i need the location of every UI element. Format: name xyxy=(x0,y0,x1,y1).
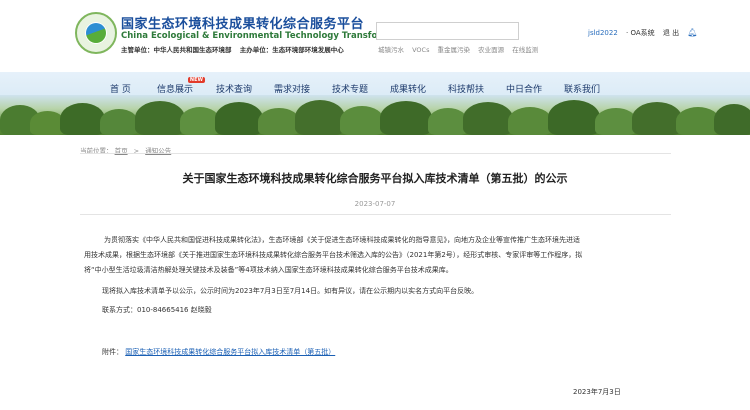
nav-item-home[interactable]: 首 页 xyxy=(110,82,131,95)
nav-item-contact[interactable]: 联系我们 xyxy=(564,82,600,95)
search-box[interactable] xyxy=(376,22,519,44)
attachment-label: 附件： xyxy=(102,348,123,356)
paragraph-line: 用技术成果，根据生态环境部《关于推进国家生态环境科技成果转化综合服务平台技术筛选… xyxy=(84,251,583,259)
user-links: jsld2022 · OA系统 退 出 🔔︎ xyxy=(588,28,698,38)
platform-logo[interactable] xyxy=(75,12,117,54)
nav-item-info-display[interactable]: 信息展示 NEW xyxy=(157,77,206,95)
organizer-label: 主办单位： xyxy=(239,46,273,54)
attachment-link[interactable]: 国家生态环境科技成果转化综合服务平台拟入库技术清单（第五批） xyxy=(125,348,335,356)
hot-word-link[interactable]: 城镇污水 xyxy=(378,46,404,54)
sign-date: 2023年7月3日 xyxy=(573,388,621,396)
nav-item-sino-japan[interactable]: 中日合作 xyxy=(506,82,542,95)
new-badge: NEW xyxy=(187,77,206,83)
site-title-en: China Ecological & Environmental Technol… xyxy=(121,31,415,41)
nav-item-demand[interactable]: 需求对接 xyxy=(274,82,310,95)
contact-line: 联系方式：010-84665416 赵晓毅 xyxy=(102,306,212,314)
host-value: 中华人民共和国生态环境部 xyxy=(153,46,232,54)
nav-item-tech-support[interactable]: 科技帮扶 xyxy=(448,82,484,95)
paragraph-line: 为贯彻落实《中华人民共和国促进科技成果转化法》，生态环境部《关于促进生态环境科技… xyxy=(104,236,580,244)
attachment-row: 附件： 国家生态环境科技成果转化综合服务平台拟入库技术清单（第五批） xyxy=(102,347,335,357)
logout-link[interactable]: 退 出 xyxy=(663,29,679,37)
paragraph-line: 现将拟入库技术清单予以公示，公示时间为2023年7月3日至7月14日。如有异议，… xyxy=(102,287,479,295)
nav-item-label: 信息展示 xyxy=(157,85,194,95)
forest-banner xyxy=(0,95,750,135)
hot-word-link[interactable]: 在线监测 xyxy=(512,46,538,54)
nav-item-tech-query[interactable]: 技术查询 xyxy=(216,82,252,95)
hot-word-link[interactable]: 重金属污染 xyxy=(438,46,471,54)
logo-emblem-icon xyxy=(86,23,106,43)
hot-word-link[interactable]: VOCs xyxy=(412,46,429,54)
article-title: 关于国家生态环境科技成果转化综合服务平台拟入库技术清单（第五批）的公示 xyxy=(182,172,568,185)
oa-system-link[interactable]: · OA系统 xyxy=(626,29,655,37)
bell-icon[interactable]: 🔔︎ xyxy=(687,28,697,37)
site-header: 国家生态环境科技成果转化综合服务平台 China Ecological & En… xyxy=(0,0,750,72)
hot-word-link[interactable]: 农业面源 xyxy=(478,46,504,54)
host-label: 主管单位： xyxy=(121,46,154,54)
hot-words: 城镇污水 VOCs 重金属污染 农业面源 在线监测 xyxy=(378,44,544,54)
nav-item-transformation[interactable]: 成果转化 xyxy=(390,82,426,95)
divider xyxy=(80,153,671,154)
divider xyxy=(80,214,671,215)
user-name-link[interactable]: jsld2022 xyxy=(588,29,618,37)
search-input[interactable] xyxy=(377,27,518,44)
nav-item-tech-topics[interactable]: 技术专题 xyxy=(332,82,368,95)
host-info: 主管单位：中华人民共和国生态环境部 主办单位：生态环境部环境发展中心 xyxy=(121,44,344,54)
organizer-value: 生态环境部环境发展中心 xyxy=(272,46,344,54)
paragraph-line: 将“中小型生活垃圾清洁热解处理关键技术及装备”等4项技术纳入国家生态环境科技成果… xyxy=(84,266,453,274)
article-date: 2023-07-07 xyxy=(354,200,396,208)
site-title-cn: 国家生态环境科技成果转化综合服务平台 xyxy=(121,17,365,32)
